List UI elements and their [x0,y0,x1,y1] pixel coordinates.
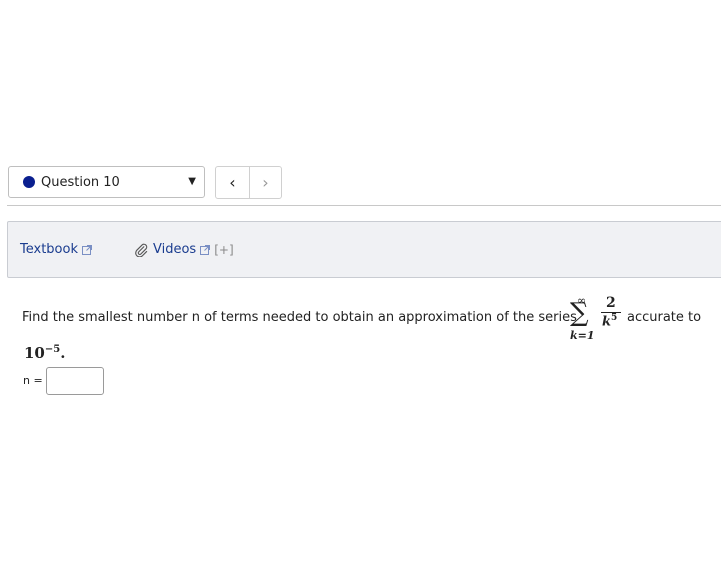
answer-label: n = [23,374,43,387]
question-prompt: Find the smallest number n of terms need… [22,310,577,325]
textbook-link[interactable]: Textbook [20,242,92,257]
power-period: . [60,344,66,362]
fraction-denominator: k5 [602,313,617,329]
textbook-label: Textbook [20,242,78,257]
paperclip-icon [135,243,148,257]
series-expression: ∞ ∑ k=1 2 k5 [566,292,626,344]
next-question-button[interactable]: › [249,167,282,198]
fraction-numerator: 2 [606,295,616,311]
expand-videos-toggle[interactable]: [+] [214,243,233,257]
power-base: 10 [24,344,45,362]
videos-label: Videos [153,242,197,257]
answer-input[interactable] [46,367,104,395]
denominator-exponent: 5 [611,313,618,323]
external-link-icon [81,244,92,255]
caret-down-icon: ▼ [188,176,196,187]
sum-lower-limit: k=1 [570,329,595,342]
tolerance-value: 10−5. [24,344,65,362]
previous-question-button[interactable]: ‹ [216,167,250,198]
chevron-right-icon: › [262,173,269,192]
help-resources-panel: Textbook Videos [+] [7,221,721,278]
external-link-icon [200,244,211,255]
chevron-left-icon: ‹ [229,173,236,192]
sigma-symbol: ∑ [570,298,589,328]
question-navigation: ‹ › [215,166,282,199]
question-dropdown[interactable]: Question 10 ▼ [8,166,205,198]
question-prompt-suffix: accurate to [627,310,702,325]
videos-link[interactable]: Videos [+] [135,242,234,257]
denominator-base: k [602,314,612,330]
divider [7,205,721,206]
power-exponent: −5 [44,344,61,355]
question-status-dot [23,176,35,188]
question-label: Question 10 [41,175,120,190]
